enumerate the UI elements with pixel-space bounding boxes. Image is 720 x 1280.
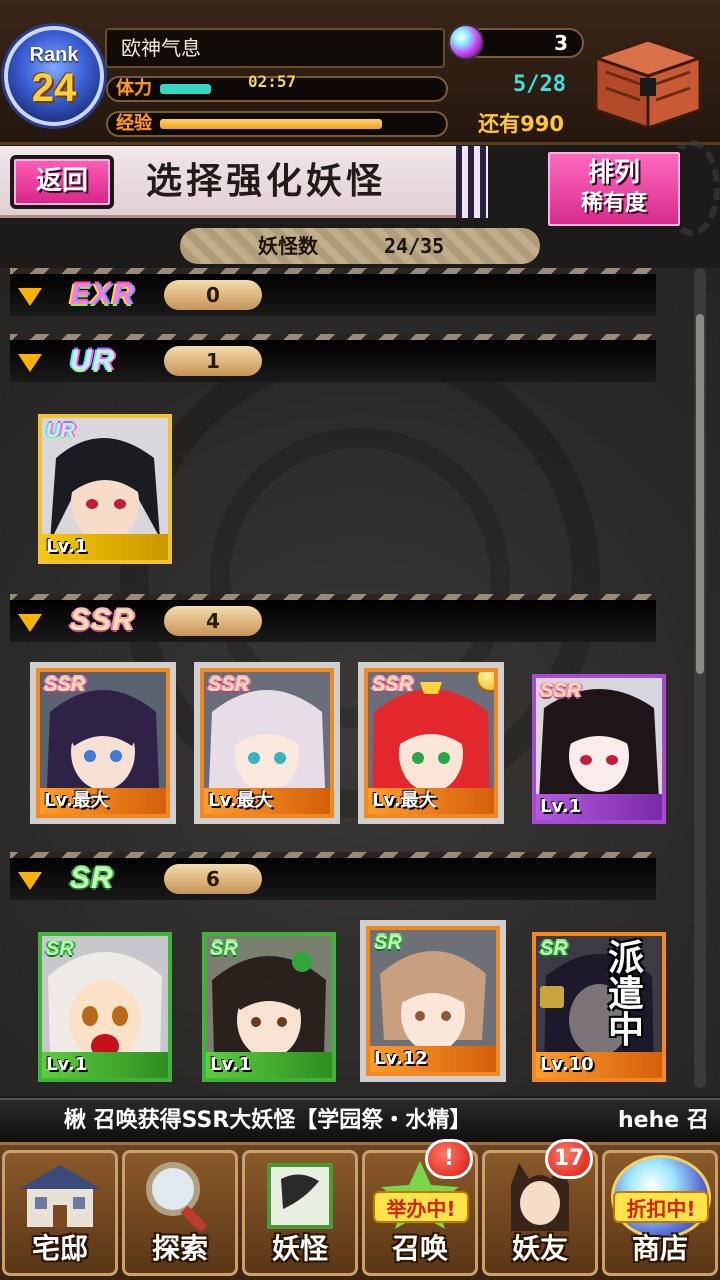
yokai-card[interactable]: SR Lv.12 bbox=[366, 926, 500, 1076]
card-level: Lv.最大 bbox=[40, 788, 166, 814]
section-sr[interactable]: SR 6 bbox=[10, 852, 656, 900]
exp-bar: 经验 bbox=[106, 111, 448, 137]
notification-badge: ! bbox=[425, 1139, 473, 1179]
notification-badge: 17 bbox=[545, 1139, 593, 1179]
mansion-icon bbox=[19, 1165, 101, 1227]
treasure-chest-icon[interactable] bbox=[586, 32, 710, 132]
stamina-fill bbox=[160, 84, 211, 94]
sale-ribbon: 折扣中! bbox=[613, 1191, 709, 1223]
yokai-card[interactable]: SSR Lv.1 bbox=[532, 674, 666, 824]
yokai-list[interactable]: EXR 0 UR 1 UR Lv.1 SSR 4 SSR Lv.最大 SSR L… bbox=[0, 268, 720, 1096]
yokai-count-label: 妖怪数 bbox=[258, 234, 318, 258]
section-count: 4 bbox=[164, 606, 262, 636]
section-rarity: UR bbox=[70, 344, 116, 377]
player-name: 欧神气息 bbox=[105, 28, 445, 68]
dispatch-status: 派遣中 bbox=[607, 937, 644, 1051]
magnifier-icon bbox=[146, 1162, 208, 1231]
nav-summon[interactable]: 举办中! ! 召唤 bbox=[362, 1139, 478, 1276]
sort-button-label: 排列 bbox=[587, 158, 640, 188]
stamina-label: 体力 bbox=[116, 78, 152, 99]
nav-shop[interactable]: 折扣中! 商店 bbox=[602, 1150, 718, 1276]
card-level: Lv.1 bbox=[42, 1052, 168, 1078]
card-rarity-tag: SSR bbox=[44, 674, 86, 696]
yokai-card[interactable]: SSR Lv.最大 bbox=[36, 668, 170, 818]
section-count: 1 bbox=[164, 346, 262, 376]
ticker-message: 楸 召唤获得SSR大妖怪【学园祭・水精】 bbox=[64, 1108, 472, 1133]
nav-yokai[interactable]: 妖怪 bbox=[242, 1150, 358, 1276]
rank-badge[interactable]: Rank 24 bbox=[4, 26, 104, 126]
scroll-icon bbox=[267, 1163, 333, 1229]
yokai-card[interactable]: SR Lv.1 bbox=[202, 932, 336, 1082]
nav-label: 宅邸 bbox=[31, 1232, 88, 1265]
nav-label: 探索 bbox=[151, 1232, 208, 1265]
rank-label: Rank bbox=[29, 44, 79, 66]
card-rarity-tag: SSR bbox=[208, 674, 250, 696]
collapse-triangle-icon bbox=[18, 354, 42, 372]
section-rarity: SSR bbox=[70, 604, 135, 637]
collapse-triangle-icon bbox=[18, 872, 42, 890]
nav-label: 商店 bbox=[631, 1232, 688, 1265]
section-exr[interactable]: EXR 0 bbox=[10, 268, 656, 316]
rank-value: 24 bbox=[31, 66, 77, 110]
card-rarity-tag: SR bbox=[210, 938, 238, 960]
title-stripe-deco bbox=[456, 146, 488, 218]
card-level: Lv.10 bbox=[536, 1052, 662, 1078]
card-level: Lv.最大 bbox=[368, 788, 494, 814]
card-rarity-tag: UR bbox=[46, 420, 75, 442]
yokai-count-bar: 妖怪数 24/35 bbox=[180, 228, 540, 264]
card-level: Lv.1 bbox=[206, 1052, 332, 1078]
sort-button[interactable]: 排列 稀有度 bbox=[544, 148, 684, 230]
card-rarity-tag: SR bbox=[540, 938, 568, 960]
section-rarity: SR bbox=[70, 862, 114, 895]
exp-remaining: 还有990 bbox=[478, 112, 564, 136]
summon-event-ribbon: 举办中! bbox=[373, 1191, 469, 1223]
section-ssr[interactable]: SSR 4 bbox=[10, 594, 656, 642]
nav-label: 妖友 bbox=[511, 1232, 568, 1265]
yokai-card[interactable]: SR Lv.1 bbox=[38, 932, 172, 1082]
yokai-card[interactable]: SSR Lv.最大 bbox=[364, 668, 498, 818]
page-title: 选择强化妖怪 bbox=[146, 160, 387, 202]
nav-label: 召唤 bbox=[391, 1232, 448, 1265]
card-rarity-tag: SSR bbox=[372, 674, 414, 696]
card-rarity-tag: SR bbox=[46, 938, 74, 960]
gem-orb-icon bbox=[448, 24, 484, 60]
section-count: 0 bbox=[164, 280, 262, 310]
stamina-timer: 02:57 bbox=[248, 72, 297, 91]
stamina-bar: 体力 02:57 bbox=[106, 72, 448, 102]
exp-fill bbox=[160, 119, 382, 129]
sort-mode-label: 稀有度 bbox=[580, 191, 647, 216]
card-level: Lv.12 bbox=[370, 1046, 496, 1072]
card-rarity-tag: SR bbox=[374, 932, 402, 954]
yokai-card[interactable]: SR 派遣中 Lv.10 bbox=[532, 932, 666, 1082]
yokai-card[interactable]: SSR Lv.最大 bbox=[200, 668, 334, 818]
section-rarity: EXR bbox=[70, 278, 135, 311]
yokai-card[interactable]: UR Lv.1 bbox=[38, 414, 172, 564]
yokai-count-value: 24/35 bbox=[384, 234, 445, 258]
card-level: Lv.1 bbox=[42, 534, 168, 560]
nav-label: 妖怪 bbox=[271, 1232, 328, 1265]
card-rarity-tag: SSR bbox=[540, 680, 582, 702]
collapse-triangle-icon bbox=[18, 614, 42, 632]
section-ur[interactable]: UR 1 bbox=[10, 334, 656, 382]
nav-friends[interactable]: 17 妖友 bbox=[482, 1139, 598, 1276]
back-button[interactable]: 返回 bbox=[10, 155, 114, 209]
card-level: Lv.1 bbox=[536, 794, 662, 820]
card-level: Lv.最大 bbox=[204, 788, 330, 814]
nav-explore[interactable]: 探索 bbox=[122, 1150, 238, 1276]
stamina-count: 5/28 bbox=[513, 72, 566, 97]
ticker-message-next: hehe 召 bbox=[618, 1108, 709, 1133]
section-count: 6 bbox=[164, 864, 262, 894]
nav-mansion[interactable]: 宅邸 bbox=[2, 1150, 118, 1276]
news-ticker: 楸 召唤获得SSR大妖怪【学园祭・水精】 hehe 召 bbox=[0, 1098, 720, 1142]
exp-label: 经验 bbox=[116, 113, 152, 134]
scrollbar-thumb[interactable] bbox=[696, 314, 704, 674]
collapse-triangle-icon bbox=[18, 288, 42, 306]
